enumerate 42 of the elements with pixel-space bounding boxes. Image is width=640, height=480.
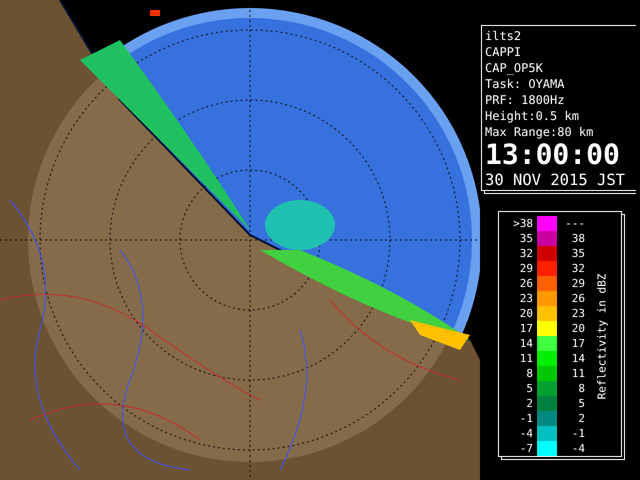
legend-value: 2: [525, 397, 534, 410]
legend-value: 5: [525, 382, 534, 395]
info-line: Height:0.5 km: [485, 108, 580, 124]
date-label: 30 NOV 2015 JST: [485, 170, 625, 190]
legend-value: >38: [512, 217, 534, 230]
legend-value: 29: [570, 277, 585, 290]
legend-value: 11: [518, 352, 534, 365]
legend-value: -1: [570, 427, 585, 440]
legend-value: 14: [518, 337, 534, 350]
legend-value: 35: [518, 232, 534, 245]
info-line: Task: OYAMA: [485, 76, 566, 92]
legend-value: 2: [577, 412, 585, 425]
info-line: CAP_OP5K: [485, 60, 544, 76]
legend-value: 38: [570, 232, 585, 245]
legend-value: -1: [518, 412, 534, 425]
legend-value: 20: [570, 322, 585, 335]
legend-value: -7: [518, 442, 534, 455]
legend-value: 11: [570, 367, 585, 380]
legend-value: 20: [518, 307, 534, 320]
legend-value: 8: [577, 382, 585, 395]
legend-value: -4: [570, 442, 585, 455]
legend-value: 17: [518, 322, 534, 335]
legend-value: 5: [577, 397, 585, 410]
info-line: PRF: 1800Hz: [485, 92, 566, 108]
legend-value: 29: [518, 262, 534, 275]
legend-value: ---: [564, 217, 585, 230]
legend-value: 26: [570, 292, 585, 305]
legend-value: -4: [518, 427, 534, 440]
info-line: CAPPI: [485, 44, 522, 60]
info-line: Max Range:80 km: [485, 124, 594, 140]
time-label: 13:00:00: [485, 140, 620, 170]
legend-value: 8: [525, 367, 534, 380]
legend-title: Reflectivity in dBZ: [596, 273, 608, 399]
legend-value: 23: [570, 307, 585, 320]
legend-value: 35: [570, 247, 585, 260]
legend-value: 17: [570, 337, 585, 350]
legend-value: 14: [570, 352, 585, 365]
info-line: ilts2: [485, 28, 522, 44]
legend-value: 32: [518, 247, 534, 260]
legend-value: 32: [570, 262, 585, 275]
legend-value: 23: [518, 292, 534, 305]
legend-value: 26: [518, 277, 534, 290]
